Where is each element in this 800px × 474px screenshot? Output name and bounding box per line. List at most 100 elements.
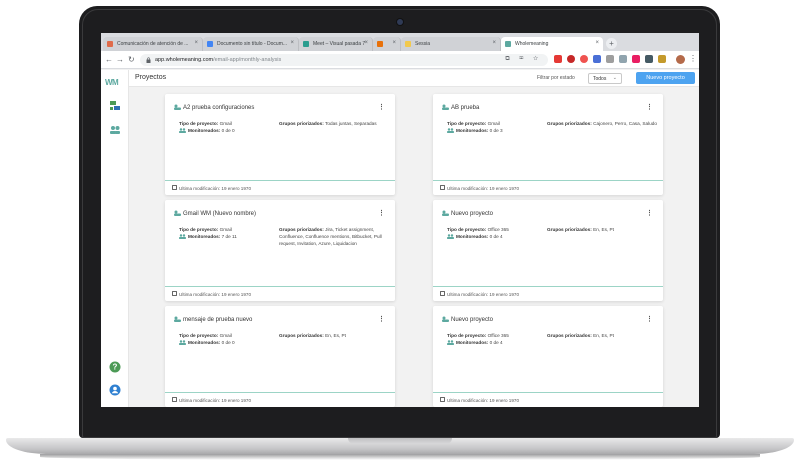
account-icon[interactable] (109, 384, 121, 396)
modified-label: Ultima modificación: (447, 292, 489, 297)
browser-tab[interactable]: × (373, 37, 401, 51)
grupos-label: Grupos priorizados: (279, 121, 324, 126)
project-card[interactable]: A2 prueba configuraciones ⋮ Tipo de proy… (165, 94, 395, 195)
url-path: /email-app/monthly-analysis (213, 57, 282, 63)
extension-icon[interactable] (658, 55, 666, 63)
url-host: app.wholemeaning.com (155, 57, 214, 63)
browser-tab[interactable]: Documento sin título - Docum... × (203, 37, 299, 51)
browser-menu-icon[interactable]: ⋮ (689, 54, 697, 63)
more-options-icon[interactable]: ⋮ (378, 103, 385, 111)
new-tab-button[interactable]: + (606, 38, 617, 49)
project-card[interactable]: mensaje de prueba nuevo ⋮ Tipo de proyec… (165, 306, 395, 407)
address-bar[interactable]: app.wholemeaning.com/email-app/monthly-a… (140, 54, 548, 66)
tipo-value: Gmail (219, 227, 232, 232)
grupos-value: En, Es, Pt (325, 333, 346, 338)
project-icon (174, 210, 181, 216)
close-icon[interactable]: × (392, 40, 396, 46)
more-options-icon[interactable]: ⋮ (378, 315, 385, 323)
modified-value: 19 enero 1970 (221, 398, 252, 403)
chevron-down-icon: ⌄ (612, 75, 617, 81)
close-icon[interactable]: × (194, 40, 198, 46)
card-groups: Grupos priorizados: En, Es, Pt (547, 226, 659, 233)
extension-icon[interactable] (645, 55, 653, 63)
tab-label: Documento sin título - Docum... (217, 41, 288, 47)
close-icon[interactable]: × (595, 40, 599, 46)
projects-icon[interactable] (109, 100, 121, 112)
project-card[interactable]: Nuevo proyecto ⋮ Tipo de proyecto: Offic… (433, 306, 663, 407)
browser-tab[interactable]: Sessia × (401, 37, 501, 51)
monitoreados-value: 7 de 11 (221, 234, 237, 239)
project-icon (442, 104, 449, 110)
more-options-icon[interactable]: ⋮ (646, 315, 653, 323)
status-filter-select[interactable]: Todos ⌄ (588, 73, 622, 84)
card-details: Tipo de proyecto: Gmail Monitoreados: 7 … (179, 226, 274, 240)
close-icon[interactable]: × (364, 40, 368, 46)
help-icon[interactable]: ? (109, 361, 121, 373)
tab-label: Meet – Visual pasada 7 (313, 41, 366, 47)
card-name: Nuevo proyecto (451, 211, 494, 217)
monitoreados-value: 0 de 0 (221, 128, 235, 133)
more-options-icon[interactable]: ⋮ (378, 209, 385, 217)
users-icon[interactable] (109, 124, 121, 136)
extension-icon[interactable] (593, 55, 601, 63)
extension-icon[interactable] (567, 55, 575, 63)
card-title: mensaje de prueba nuevo (174, 316, 252, 323)
extension-icon[interactable] (606, 55, 614, 63)
modified-value: 19 enero 1970 (221, 186, 252, 191)
card-groups: Grupos priorizados: Jira, Ticket assignm… (279, 226, 391, 247)
svg-text:?: ? (113, 363, 118, 372)
card-footer: Ultima modificación: 19 enero 1970 (165, 286, 395, 301)
card-footer: Ultima modificación: 19 enero 1970 (165, 392, 395, 407)
browser-tab[interactable]: Comunicación de atención de ... × (103, 37, 203, 51)
close-icon[interactable]: × (492, 40, 496, 46)
modified-label: Ultima modificación: (447, 186, 489, 191)
tipo-label: Tipo de proyecto: (447, 333, 487, 338)
monitoreados-value: 0 de 4 (489, 234, 503, 239)
more-options-icon[interactable]: ⋮ (646, 103, 653, 111)
card-footer: Ultima modificación: 19 enero 1970 (165, 180, 395, 195)
favicon-icon (303, 41, 309, 47)
tipo-value: Office 365 (487, 333, 509, 338)
bookmark-star-icon[interactable]: ⧉ ✉ ☆ (505, 56, 542, 63)
monitoreados-value: 0 de 3 (489, 128, 503, 133)
monitoreados-label: Monitoreados: (188, 128, 221, 133)
logo[interactable]: WM (105, 78, 119, 87)
card-details: Tipo de proyecto: Gmail Monitoreados: 0 … (447, 120, 542, 134)
browser-tab[interactable]: Meet – Visual pasada 7 × (299, 37, 373, 51)
extension-icon[interactable] (580, 55, 588, 63)
extension-icon[interactable] (632, 55, 640, 63)
favicon-icon (405, 41, 411, 47)
reload-icon[interactable]: ↻ (128, 55, 135, 65)
project-icon (174, 104, 181, 110)
project-card[interactable]: Nuevo proyecto ⋮ Tipo de proyecto: Offic… (433, 200, 663, 301)
profile-avatar[interactable] (676, 55, 685, 64)
more-options-icon[interactable]: ⋮ (646, 209, 653, 217)
screen: Comunicación de atención de ... × Docume… (101, 33, 699, 407)
monitoreados-label: Monitoreados: (456, 340, 489, 345)
monitored-users-icon (447, 339, 454, 345)
monitoreados-value: 0 de 0 (221, 340, 235, 345)
laptop-notch (348, 438, 452, 444)
extension-icon[interactable] (619, 55, 627, 63)
monitored-users-icon (179, 127, 186, 133)
forward-icon[interactable]: → (116, 55, 124, 65)
project-icon (442, 210, 449, 216)
new-project-button[interactable]: Nuevo proyecto (636, 72, 695, 84)
favicon-icon (207, 41, 213, 47)
calendar-icon (172, 185, 177, 190)
card-name: Nuevo proyecto (451, 317, 494, 323)
page-title: Proyectos (135, 74, 167, 81)
project-card[interactable]: AB prueba ⋮ Tipo de proyecto: Gmail Moni… (433, 94, 663, 195)
card-name: AB prueba (451, 105, 480, 111)
modified-value: 19 enero 1970 (489, 186, 520, 191)
card-name: A2 prueba configuraciones (183, 105, 255, 111)
project-card[interactable]: Gmail WM (Nuevo nombre) ⋮ Tipo de proyec… (165, 200, 395, 301)
close-icon[interactable]: × (290, 40, 294, 46)
back-icon[interactable]: ← (105, 55, 113, 65)
extension-icon[interactable] (554, 55, 562, 63)
card-footer: Ultima modificación: 19 enero 1970 (433, 286, 663, 301)
monitored-users-icon (179, 233, 186, 239)
lock-icon (146, 57, 151, 63)
grupos-value: En, Es, Pt (593, 333, 614, 338)
browser-tab-active[interactable]: Wholemeaning × (501, 37, 603, 51)
